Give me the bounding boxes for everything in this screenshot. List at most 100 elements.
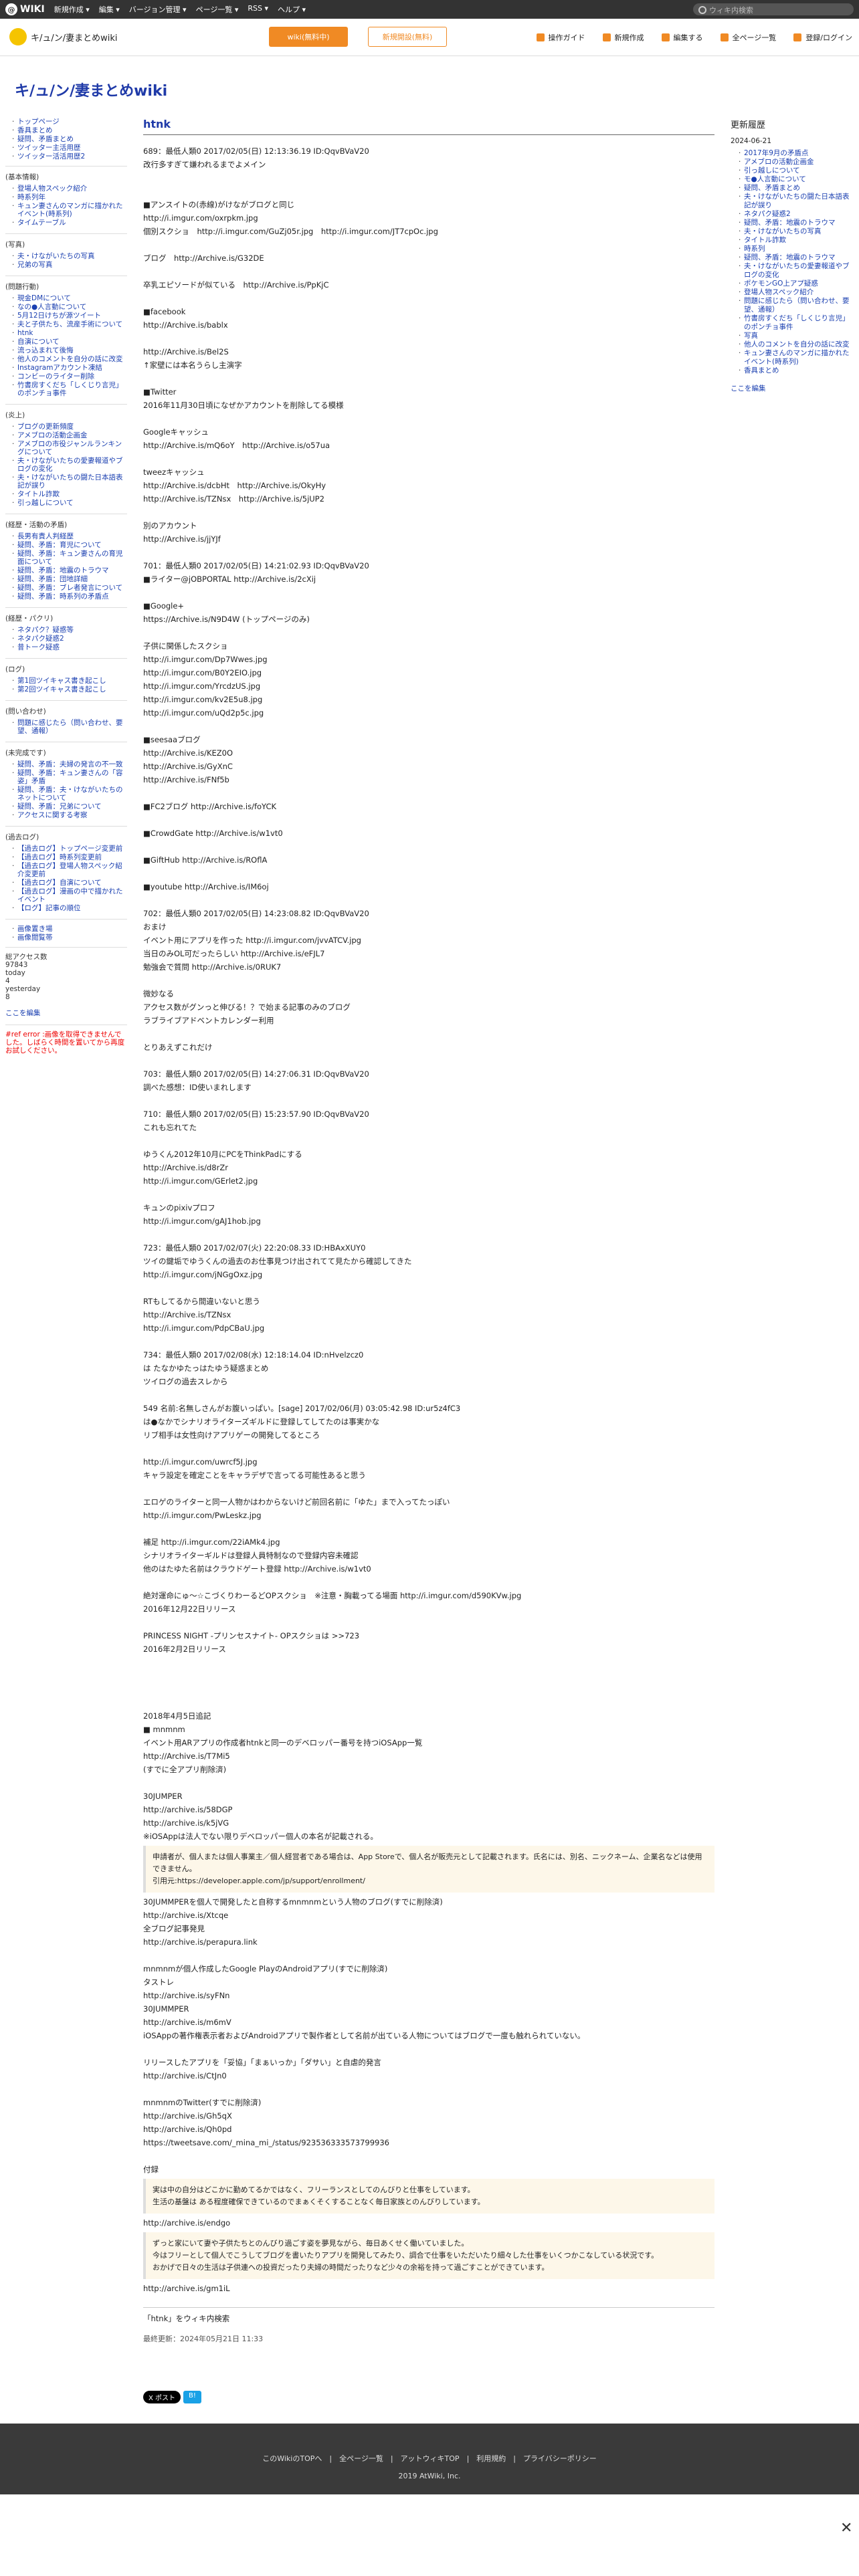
header-tool[interactable]: 編集する: [661, 32, 703, 43]
sidebar-link[interactable]: ネタパク疑惑2: [12, 635, 127, 643]
sidebar-link[interactable]: 疑問、矛盾：兄弟について: [12, 802, 127, 811]
sidebar-link[interactable]: 疑問、矛盾：キュン妻さんの「容姿」矛盾: [12, 769, 127, 785]
sidebar-link[interactable]: 疑問、矛盾：時系列の矛盾点: [12, 593, 127, 601]
update-link[interactable]: 登場人物スペック紹介: [739, 288, 854, 297]
wiki-search-input[interactable]: ウィキ内検索: [693, 3, 854, 15]
update-link[interactable]: 引っ越しについて: [739, 167, 854, 175]
sidebar-link[interactable]: 長男有責人判経歴: [12, 532, 127, 540]
close-icon[interactable]: ✕: [840, 2520, 852, 2537]
new-wiki-button[interactable]: 新規開設(無料): [368, 27, 447, 47]
sidebar-link[interactable]: キュン妻さんのマンガに描かれたイベント(時系列): [12, 202, 127, 218]
sidebar-link[interactable]: 自演について: [12, 338, 127, 346]
top-menu-item[interactable]: ヘルプ ▾: [278, 4, 306, 15]
sidebar-link[interactable]: 画像閲覧帯: [12, 934, 127, 942]
update-link[interactable]: 夫・けながいたちの闘た日本語表記が誤り: [739, 193, 854, 210]
sidebar-link[interactable]: 第1回ツイキャス書き起こし: [12, 677, 127, 685]
sidebar-link[interactable]: Instagramアカウント凍結: [12, 364, 127, 372]
sidebar-link[interactable]: 夫・けながいたちの闘た日本語表記が誤り: [12, 473, 127, 490]
update-link[interactable]: ポケモンGO上アプ疑惑: [739, 280, 854, 288]
sidebar-link[interactable]: 夫・けながいたちの写真: [12, 252, 127, 260]
top-menu-item[interactable]: RSS ▾: [248, 4, 268, 15]
sidebar-link[interactable]: 夫と子供たち、流産手術について: [12, 320, 127, 328]
sidebar-link[interactable]: 疑問、矛盾：キュン妻さんの育児面について: [12, 550, 127, 566]
sidebar-link[interactable]: 【過去ログ】時系列変更前: [12, 853, 127, 861]
sidebar-link[interactable]: 夫・けながいたちの愛妻報道やブログの変化: [12, 457, 127, 473]
update-link[interactable]: 時系列: [739, 245, 854, 253]
sidebar-link[interactable]: 【ログ】記事の順位: [12, 904, 127, 912]
sidebar-link[interactable]: 竹書房すくだち「しくじり言児」のポンチョ事件: [12, 381, 127, 397]
sidebar-link[interactable]: 【過去ログ】登場人物スペック紹介変更前: [12, 862, 127, 878]
update-link[interactable]: 2017年9月の矛盾点: [739, 149, 854, 158]
sidebar-link[interactable]: タイトル詐欺: [12, 490, 127, 498]
atwiki-logo[interactable]: @ WIKI: [5, 3, 45, 15]
sidebar-link[interactable]: アメブロの活動企画金: [12, 431, 127, 439]
sidebar-link[interactable]: アメブロの市役ジャンルランキングについて: [12, 440, 127, 456]
wiki-search-link[interactable]: 「htnk」をウィキ内検索: [143, 2307, 714, 2324]
sidebar-edit-link[interactable]: ここを編集: [5, 1008, 127, 1018]
edit-link[interactable]: ここを編集: [731, 383, 854, 393]
update-link[interactable]: ネタパク疑惑2: [739, 210, 854, 219]
update-link[interactable]: タイトル詐欺: [739, 236, 854, 245]
sidebar-link[interactable]: 疑問、矛盾：ブレ者発言について: [12, 584, 127, 592]
sidebar-link[interactable]: 疑問、矛盾：育児について: [12, 541, 127, 549]
x-post-button[interactable]: X ポスト: [143, 2391, 181, 2403]
sidebar-link[interactable]: タイムテーブル: [12, 219, 127, 227]
sidebar-link[interactable]: 疑問、矛盾：団地詳細: [12, 575, 127, 583]
update-link[interactable]: 写真: [739, 332, 854, 340]
sidebar-link[interactable]: アクセスに関する考察: [12, 811, 127, 819]
header-tool[interactable]: 新規作成: [602, 32, 644, 43]
update-link[interactable]: 疑問、矛盾まとめ: [739, 184, 854, 193]
wiki-free-button[interactable]: wiki(無料中): [269, 27, 348, 47]
sidebar-link[interactable]: 第2回ツイキャス書き起こし: [12, 685, 127, 693]
sidebar-link[interactable]: 他人のコメントを自分の話に改変: [12, 355, 127, 363]
update-link[interactable]: キュン妻さんのマンガに描かれたイベント(時系列): [739, 349, 854, 366]
sidebar-link[interactable]: 昔トーク疑惑: [12, 643, 127, 651]
sidebar-link[interactable]: 【過去ログ】漫画の中で描かれたイベント: [12, 887, 127, 903]
sidebar-link[interactable]: 疑問、矛盾まとめ: [12, 135, 127, 143]
hatena-bookmark-button[interactable]: B!: [183, 2391, 201, 2403]
update-link[interactable]: 夫・けながいたちの愛妻報道やブログの変化: [739, 262, 854, 280]
update-link[interactable]: 他人のコメントを自分の話に改変: [739, 340, 854, 349]
sidebar-link[interactable]: ブログの更新頻度: [12, 423, 127, 431]
sidebar-link[interactable]: 疑問、矛盾：夫・けながいたちのネットについて: [12, 786, 127, 802]
sidebar-link[interactable]: 問題に感じたら（問い合わせ、要望、通報）: [12, 719, 127, 735]
header-tool[interactable]: 操作ガイド: [536, 32, 585, 43]
update-link[interactable]: モ●人言動について: [739, 175, 854, 184]
sidebar-link[interactable]: コンビーのライター削除: [12, 372, 127, 381]
update-link[interactable]: 香具まとめ: [739, 366, 854, 375]
page-title[interactable]: キ/ュ/ン/妻まとめwiki: [15, 79, 167, 100]
top-menu-item[interactable]: ページ一覧 ▾: [196, 4, 239, 15]
header-tool[interactable]: 登録/ログイン: [793, 32, 852, 43]
sidebar-link[interactable]: 疑問、矛盾：夫婦の発言の不一致: [12, 760, 127, 768]
update-link[interactable]: 疑問、矛盾：地震のトラウマ: [739, 219, 854, 227]
update-link[interactable]: アメブロの活動企画金: [739, 158, 854, 167]
sidebar-link[interactable]: 5月12日けちが源ツイート: [12, 312, 127, 320]
top-menu-item[interactable]: バージョン管理 ▾: [129, 4, 187, 15]
sidebar-link[interactable]: 登場人物スペック紹介: [12, 185, 127, 193]
sidebar-link[interactable]: 香具まとめ: [12, 126, 127, 134]
sidebar-link[interactable]: 【過去ログ】自演について: [12, 879, 127, 887]
top-menu-item[interactable]: 新規作成 ▾: [54, 4, 90, 15]
update-link[interactable]: 問題に感じたら（問い合わせ、要望、通報）: [739, 297, 854, 314]
sidebar-link[interactable]: ツイッター主活用歴: [12, 144, 127, 152]
sidebar-link[interactable]: 兄弟の写真: [12, 261, 127, 269]
site-logo[interactable]: キ/ュ/ン/妻まとめwiki: [9, 28, 118, 45]
sidebar-link[interactable]: なの●人言動について: [12, 303, 127, 311]
update-link[interactable]: 夫・けながいたちの写真: [739, 227, 854, 236]
sidebar-link[interactable]: 引っ越しについて: [12, 499, 127, 507]
footer-links[interactable]: このWikiのTOPへ | 全ページ一覧 | アットウィキTOP | 利用規約 …: [0, 2453, 859, 2464]
sidebar-link[interactable]: 時系列年: [12, 193, 127, 201]
update-link[interactable]: 疑問、矛盾：地震のトラウマ: [739, 253, 854, 262]
update-link[interactable]: 竹書房すくだち「しくじり言児」のポンチョ事件: [739, 314, 854, 332]
sidebar-link[interactable]: トップページ: [12, 118, 127, 126]
header-tool[interactable]: 全ページ一覧: [720, 32, 776, 43]
sidebar-link[interactable]: 【過去ログ】トップページ変更前: [12, 845, 127, 853]
sidebar-link[interactable]: 疑問、矛盾：地震のトラウマ: [12, 566, 127, 574]
sidebar-link[interactable]: ネタパク？疑惑等: [12, 626, 127, 634]
sidebar-link[interactable]: ツイッター活活用歴2: [12, 152, 127, 160]
sidebar-link[interactable]: 現金DMについて: [12, 294, 127, 302]
top-menu-item[interactable]: 編集 ▾: [99, 4, 120, 15]
edit-link[interactable]: ここを編集: [5, 1009, 41, 1017]
sidebar-link[interactable]: htnk: [12, 329, 127, 337]
sidebar-link[interactable]: 画像置き場: [12, 925, 127, 933]
